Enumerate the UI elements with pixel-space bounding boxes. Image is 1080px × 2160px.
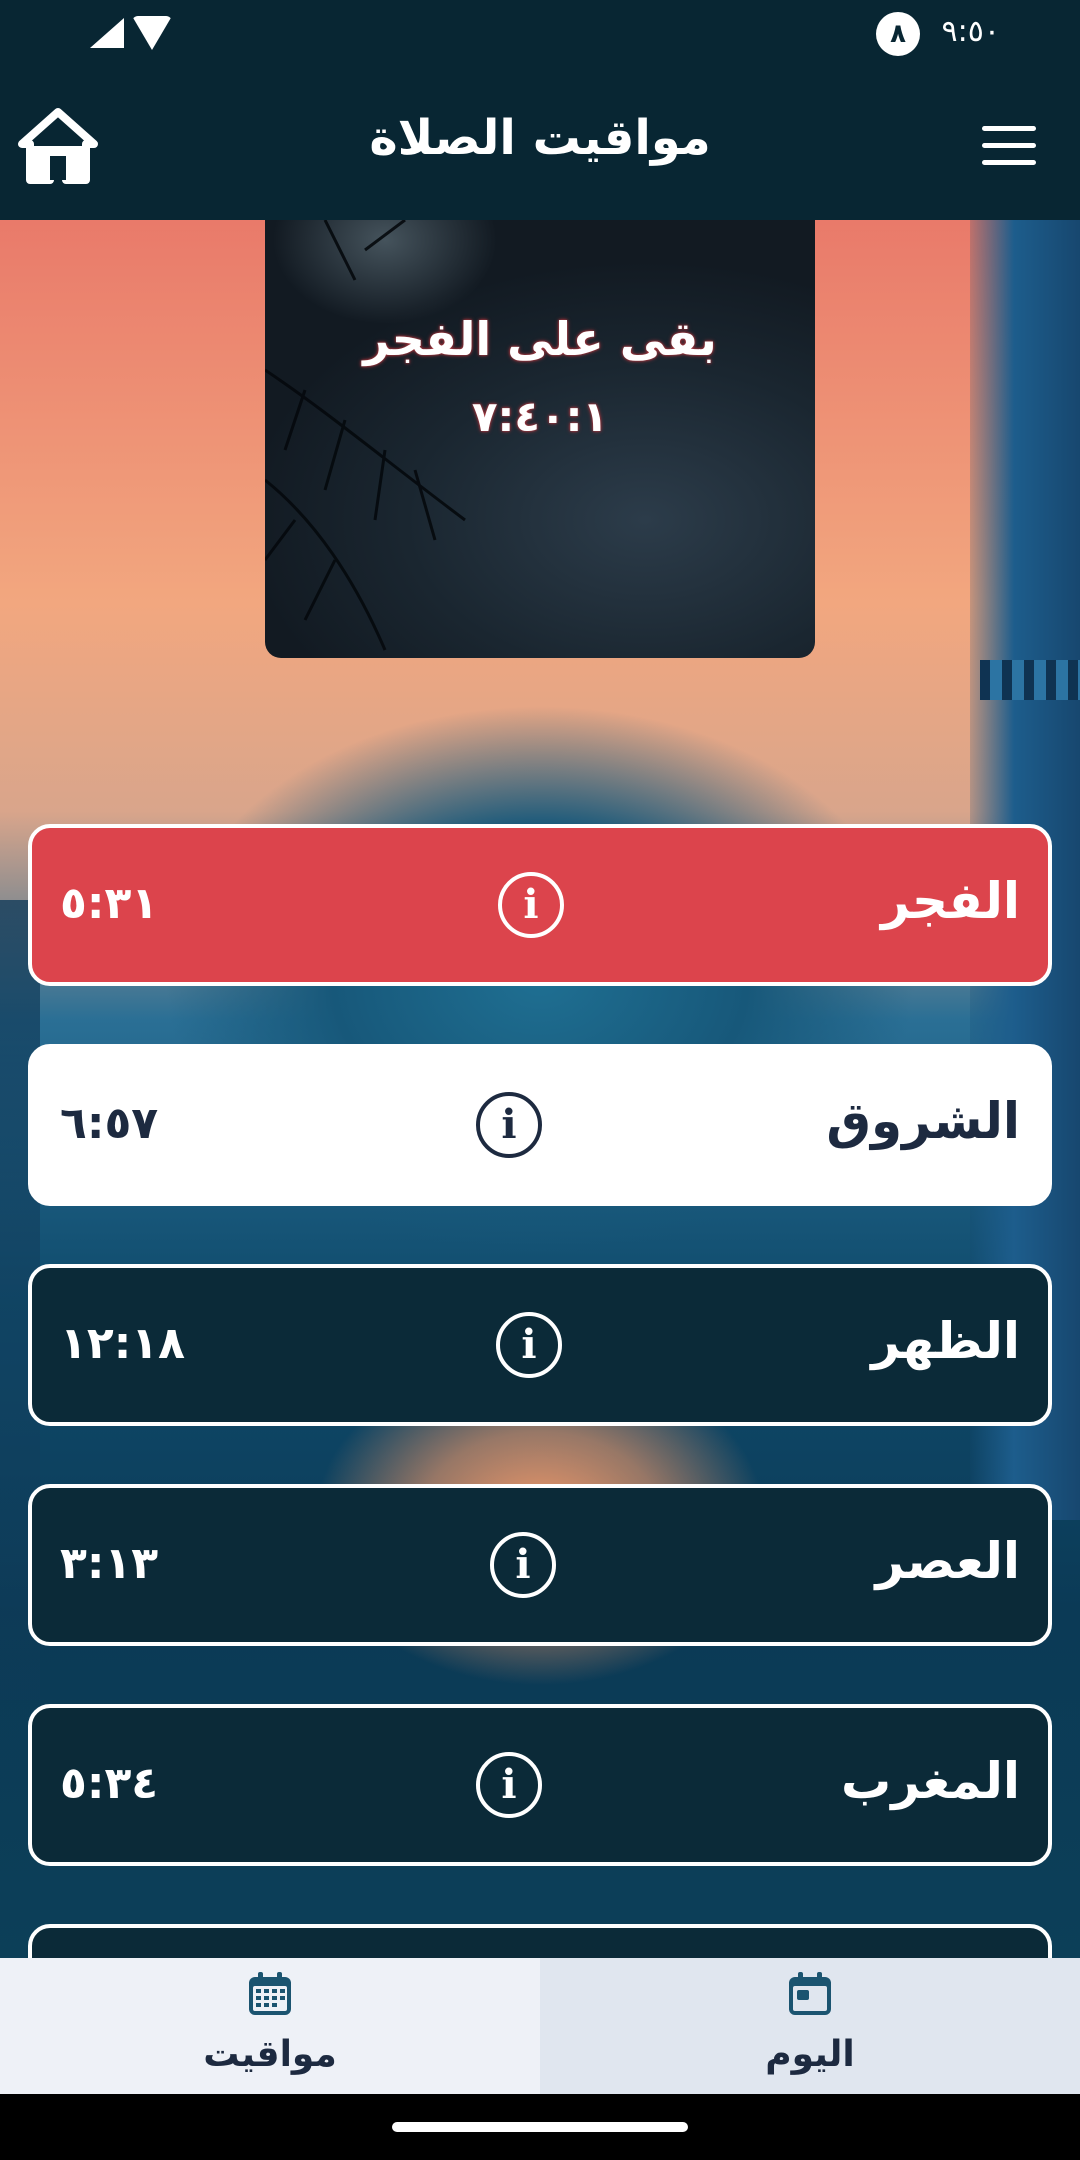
prayer-row-dhuhr[interactable]: الظهر i ١٢:١٨ [28, 1264, 1052, 1426]
prayer-time: ٣:١٣ [60, 1538, 159, 1589]
prayer-name: الشروق [826, 1092, 1020, 1150]
prayer-time: ١٢:١٨ [60, 1318, 186, 1369]
nav-item-times[interactable]: مواقيت [0, 1958, 540, 2094]
menu-icon[interactable] [982, 126, 1036, 166]
info-icon[interactable]: i [496, 1312, 562, 1378]
page-title: مواقيت الصلاة [369, 110, 711, 166]
notification-badge: ٨ [876, 12, 920, 56]
bottom-nav: مواقيت اليوم [0, 1958, 1080, 2094]
gesture-handle[interactable] [392, 2122, 688, 2132]
prayer-name: الفجر [880, 872, 1020, 930]
prayer-time: ٥:٣٤ [60, 1758, 159, 1809]
calendar-day-icon [789, 1972, 831, 2015]
prayer-row-sunrise[interactable]: الشروق i ٦:٥٧ [28, 1044, 1052, 1206]
info-icon[interactable]: i [498, 872, 564, 938]
wifi-icon [132, 16, 172, 50]
countdown-timer: ٧:٤٠:١ [471, 392, 609, 441]
nav-label-today: اليوم [765, 2034, 855, 2075]
prayer-row-maghrib[interactable]: المغرب i ٥:٣٤ [28, 1704, 1052, 1866]
prayer-name: الظهر [871, 1312, 1020, 1370]
calendar-grid-icon [249, 1972, 291, 2015]
nav-label-times: مواقيت [203, 2034, 337, 2075]
info-icon[interactable]: i [476, 1092, 542, 1158]
prayer-time: ٥:٣١ [60, 878, 159, 929]
countdown-card: بقى على الفجر ٧:٤٠:١ [265, 220, 815, 658]
prayer-time: ٦:٥٧ [60, 1098, 159, 1149]
gesture-area [0, 2094, 1080, 2160]
countdown-label: بقى على الفجر [363, 312, 717, 366]
prayer-name: المغرب [840, 1752, 1020, 1810]
app-bar: مواقيت الصلاة [0, 72, 1080, 220]
signal-icon [90, 18, 124, 48]
status-time: ٩:٥٠ [941, 14, 1000, 49]
prayer-row-asr[interactable]: العصر i ٣:١٣ [28, 1484, 1052, 1646]
prayer-name: العصر [875, 1532, 1020, 1590]
info-icon[interactable]: i [476, 1752, 542, 1818]
nav-item-today[interactable]: اليوم [540, 1958, 1080, 2094]
info-icon[interactable]: i [490, 1532, 556, 1598]
status-bar: ٨ ٩:٥٠ [0, 0, 1080, 72]
prayer-row-fajr[interactable]: الفجر i ٥:٣١ [28, 824, 1052, 986]
